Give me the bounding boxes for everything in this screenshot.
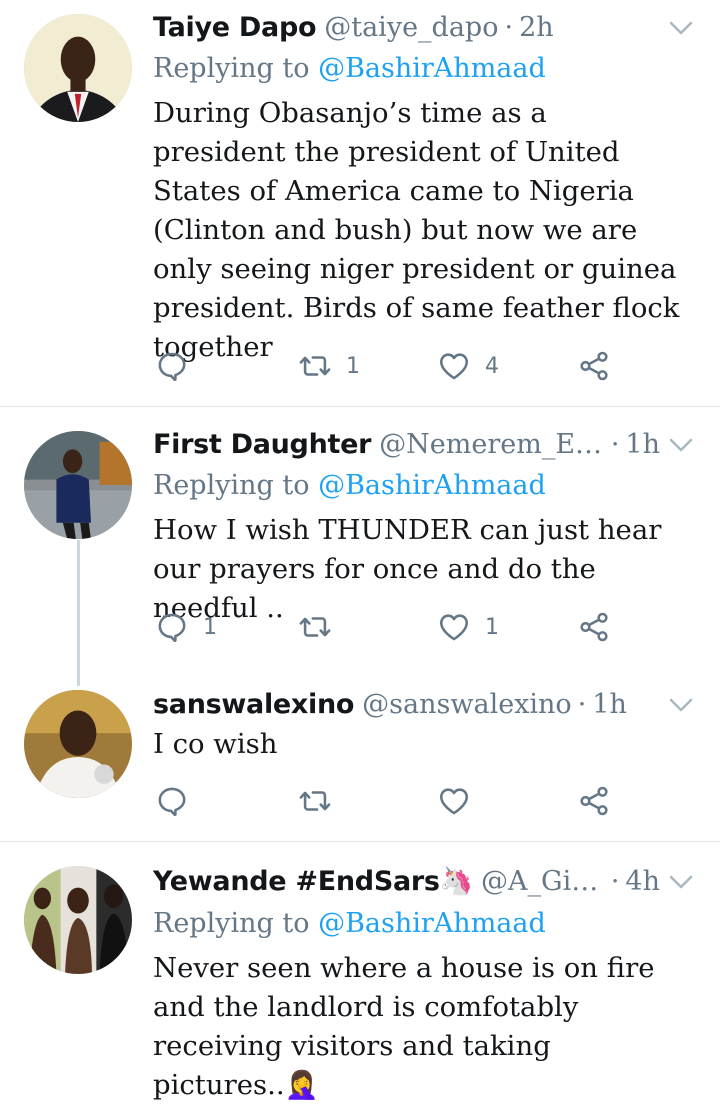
separator-dot: · (577, 689, 587, 720)
avatar[interactable] (24, 431, 132, 539)
avatar[interactable] (24, 14, 132, 122)
timestamp[interactable]: 2h (519, 8, 554, 48)
mention-link[interactable]: @BashirAhmaad (318, 470, 546, 501)
replying-to-label: Replying to (153, 53, 310, 84)
chevron-down-icon[interactable] (666, 430, 696, 460)
tweet[interactable]: First Daughter @Nemerem_Eze... · 1h Repl… (0, 407, 720, 669)
timestamp[interactable]: 4h (625, 862, 660, 902)
tweet-text: Never seen where a house is on fire and … (153, 952, 655, 1101)
tweet[interactable]: Taiye Dapo @taiye_dapo · 2h Replying to … (0, 0, 720, 406)
mention-link[interactable]: @BashirAhmaad (318, 908, 546, 939)
like-button[interactable] (437, 781, 485, 821)
share-icon (577, 784, 611, 818)
reply-icon (155, 784, 189, 818)
like-button[interactable]: 4 (437, 346, 499, 386)
chevron-down-icon[interactable] (666, 13, 696, 43)
share-icon (577, 610, 611, 644)
user-handle[interactable]: @A_Girl... (481, 862, 605, 902)
replying-to-label: Replying to (153, 908, 310, 939)
retweet-button[interactable] (298, 607, 346, 647)
replying-to: Replying to @BashirAhmaad (153, 49, 546, 89)
tweet-text: I co wish (153, 728, 278, 760)
replying-to-label: Replying to (153, 470, 310, 501)
retweet-icon (298, 784, 332, 818)
retweet-icon (298, 610, 332, 644)
share-button[interactable] (577, 781, 611, 821)
share-icon (577, 349, 611, 383)
display-name[interactable]: First Daughter (153, 425, 371, 465)
reply-icon (155, 610, 189, 644)
replying-to: Replying to @BashirAhmaad (153, 466, 546, 506)
display-name[interactable]: Yewande #EndSars🦄 (153, 862, 473, 902)
tweet-header: First Daughter @Nemerem_Eze... · 1h (153, 425, 660, 465)
user-handle[interactable]: @sanswalexino (362, 685, 572, 725)
replying-to: Replying to @BashirAhmaad (153, 904, 546, 944)
like-count: 4 (485, 353, 499, 379)
reply-count: 1 (203, 614, 217, 640)
tweet-actions: 1 4 (153, 346, 673, 386)
tweet[interactable]: sanswalexino @sanswalexino · 1h I co wis… (0, 670, 720, 840)
share-button[interactable] (577, 346, 611, 386)
like-icon (437, 349, 471, 383)
retweet-count: 1 (346, 353, 360, 379)
like-icon (437, 784, 471, 818)
avatar[interactable] (24, 866, 132, 974)
separator-dot: · (610, 429, 620, 460)
tweet-header: Taiye Dapo @taiye_dapo · 2h (153, 8, 660, 48)
retweet-button[interactable] (298, 781, 346, 821)
retweet-button[interactable]: 1 (298, 346, 360, 386)
like-icon (437, 610, 471, 644)
display-name[interactable]: Taiye Dapo (153, 8, 317, 48)
chevron-down-icon[interactable] (666, 867, 696, 897)
tweet-actions (153, 781, 673, 821)
tweet-header: sanswalexino @sanswalexino · 1h (153, 685, 660, 725)
reply-icon (155, 349, 189, 383)
tweet-header: Yewande #EndSars🦄 @A_Girl... · 4h (153, 862, 660, 902)
reply-button[interactable] (155, 781, 203, 821)
like-count: 1 (485, 614, 499, 640)
user-handle[interactable]: @taiye_dapo (324, 8, 498, 48)
tweet-text: During Obasanjo’s time as a president th… (153, 97, 680, 363)
like-button[interactable]: 1 (437, 607, 499, 647)
user-handle[interactable]: @Nemerem_Eze... (379, 425, 605, 465)
avatar[interactable] (24, 690, 132, 798)
separator-dot: · (504, 12, 514, 43)
timestamp[interactable]: 1h (625, 425, 660, 465)
reply-button[interactable]: 1 (155, 607, 217, 647)
separator-dot: · (610, 866, 620, 897)
chevron-down-icon[interactable] (666, 690, 696, 720)
retweet-icon (298, 349, 332, 383)
tweet-actions: 1 1 (153, 607, 673, 647)
share-button[interactable] (577, 607, 611, 647)
display-name[interactable]: sanswalexino (153, 685, 354, 725)
reply-button[interactable] (155, 346, 203, 386)
tweet[interactable]: Yewande #EndSars🦄 @A_Girl... · 4h Replyi… (0, 842, 720, 1101)
mention-link[interactable]: @BashirAhmaad (318, 53, 546, 84)
timestamp[interactable]: 1h (592, 685, 627, 725)
thread-line (77, 540, 80, 686)
